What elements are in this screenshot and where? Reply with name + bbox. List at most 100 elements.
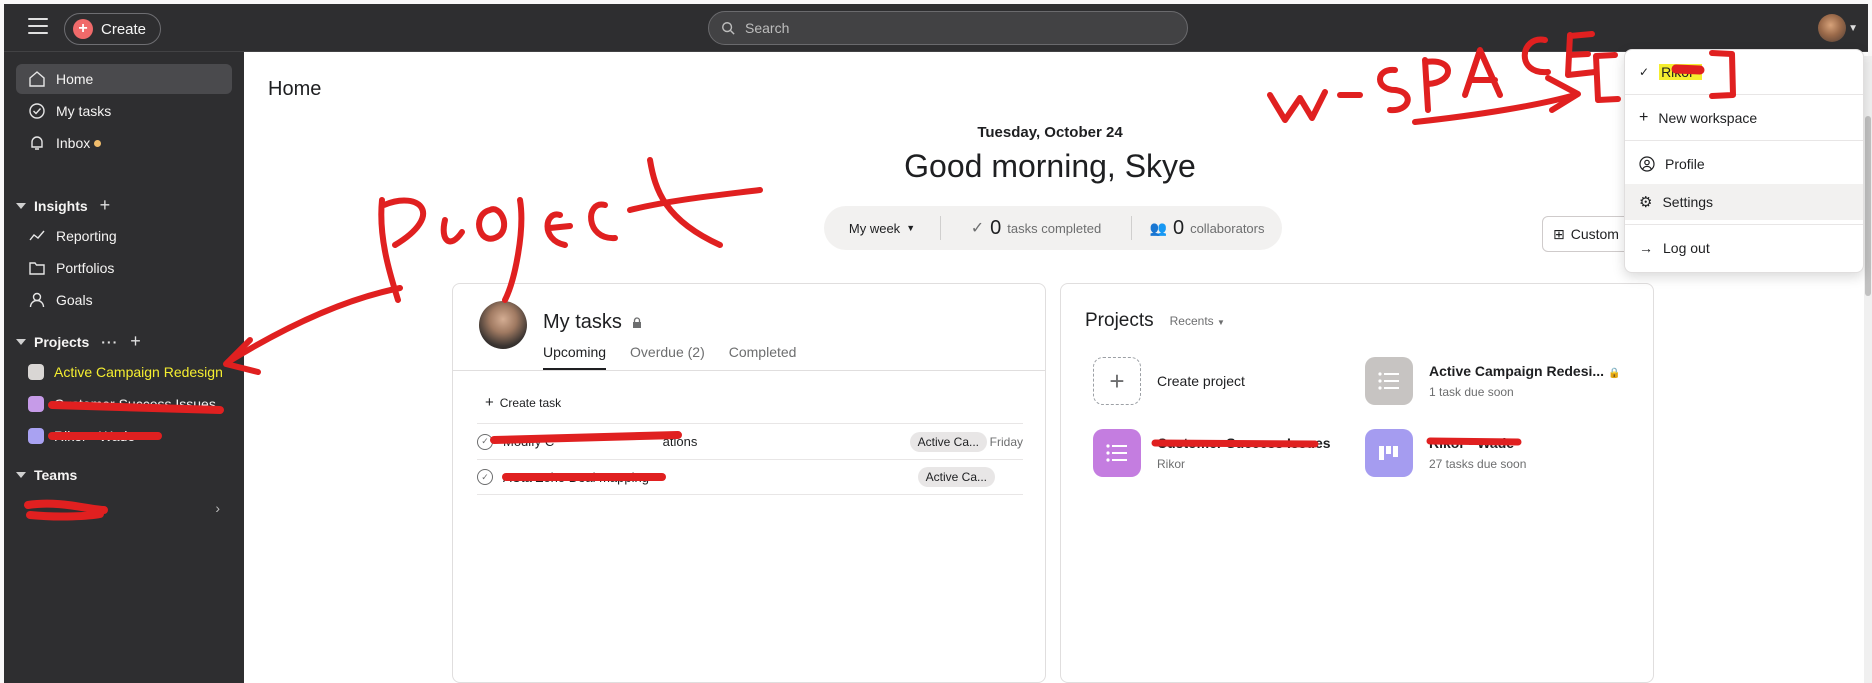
add-insight-icon[interactable]: + [100,195,111,216]
teams-label: Teams [34,467,78,483]
account-dropdown-menu: ✓ Rikor + New workspace Profile ⚙ Settin… [1624,49,1864,273]
project-item-customer-success[interactable]: Customer Success Issues Rikor [1093,429,1331,477]
customize-label: Custom [1570,226,1619,242]
create-project-button[interactable]: + Create project [1093,357,1245,405]
scrollbar[interactable] [1864,56,1872,683]
hamburger-menu-icon[interactable] [28,18,48,38]
tab-completed[interactable]: Completed [729,344,797,370]
sidebar-item-goals[interactable]: Goals [16,285,232,315]
sidebar-team-item[interactable]: › [16,493,232,523]
complete-checkbox-icon[interactable]: ✓ [477,469,493,485]
sidebar-item-home[interactable]: Home [16,64,232,94]
project-color-swatch [28,396,44,412]
search-input[interactable]: Search [708,11,1188,45]
sidebar-item-portfolios[interactable]: Portfolios [16,253,232,283]
week-selector[interactable]: My week ▼ [824,221,940,236]
complete-checkbox-icon[interactable]: ✓ [477,433,493,450]
caret-down-icon[interactable] [16,472,26,478]
add-project-icon[interactable]: + [130,331,141,352]
date-label: Tuesday, October 24 [977,124,1123,141]
sidebar-item-reporting[interactable]: Reporting [16,221,232,251]
more-options-icon[interactable]: ··· [101,334,118,350]
plus-icon: + [1639,109,1649,126]
create-label: Create [101,20,147,38]
logout-icon: → [1639,240,1653,256]
projects-section-header[interactable]: Projects ··· + [16,331,141,352]
divider [1625,94,1863,95]
sidebar-item-label: Goals [56,292,93,308]
chevron-right-icon[interactable]: › [215,500,220,516]
project-name: Customer Success Issues [1157,435,1331,451]
settings-item[interactable]: ⚙ Settings [1625,184,1863,220]
tab-upcoming[interactable]: Upcoming [543,344,607,370]
projects-label: Projects [34,333,90,350]
create-task-button[interactable]: + Create task [485,394,561,411]
new-workspace-item[interactable]: + New workspace [1625,100,1863,136]
projects-title-label: Projects [1085,310,1154,331]
check-icon: ✓ [1639,65,1650,79]
sidebar-item-inbox[interactable]: Inbox [16,128,232,158]
sidebar-item-label: Inbox [56,135,91,151]
project-name: Active Campaign Redesi... 🔒 [1429,363,1621,379]
search-icon [722,22,735,35]
divider [1625,140,1863,141]
collab-count: 0 [1172,216,1185,239]
user-circle-icon [1639,156,1655,172]
collaborators-stat: 👥 0 collaborators [1132,217,1282,240]
project-name: Rikor - Wade [1429,435,1515,451]
project-chip[interactable]: Active Ca... [909,431,987,452]
sidebar: Home My tasks Inbox Insights + Reporting… [4,52,244,683]
bell-icon [31,136,43,150]
due-date: Friday [989,434,1023,449]
user-avatar-button[interactable] [1818,14,1846,42]
create-button[interactable]: + Create [64,13,162,45]
project-item-rikor-wade[interactable]: Rikor - Wade 27 tasks due soon [1365,429,1526,477]
tasks-completed-stat: ✓ 0 tasks completed [941,217,1131,240]
recents-dropdown[interactable]: Recents ▼ [1170,314,1225,328]
project-subtitle: 27 tasks due soon [1429,457,1527,471]
list-icon [1365,357,1413,405]
greeting-heading: Good morning, Skye [904,148,1196,184]
sidebar-item-label: Reporting [56,228,117,244]
sidebar-project-customer-success[interactable]: Customer Success Issues [16,389,232,419]
task-name[interactable]: ACta Zoho Deal mapping [503,470,649,485]
tab-overdue[interactable]: Overdue (2) [630,344,705,370]
projects-card-title: Projects Recents ▼ [1085,310,1225,332]
list-icon [1093,429,1141,477]
collab-label: collaborators [1190,220,1265,236]
project-item-active-campaign[interactable]: Active Campaign Redesi... 🔒 1 task due s… [1365,357,1620,405]
task-row[interactable]: ✓ ACta Zoho Deal mapping Active Ca... [477,459,1023,495]
insights-section-header[interactable]: Insights + [16,195,110,216]
teams-section-header[interactable]: Teams [16,467,77,483]
notification-dot [94,139,102,147]
insights-label: Insights [34,197,88,214]
folder-icon [29,262,45,275]
project-color-swatch [28,428,44,444]
menu-item-label: Log out [1663,240,1710,256]
grid-icon: ⊞ [1553,225,1565,242]
chevron-down-icon[interactable]: ▼ [1848,23,1858,34]
gear-icon: ⚙ [1639,194,1653,211]
my-tasks-title[interactable]: My tasks [543,311,642,334]
people-icon: 👥 [1149,219,1167,236]
workspace-name: Rikor [1659,64,1702,80]
person-icon [29,292,45,308]
task-name[interactable]: Modify C ations [503,434,697,449]
lock-icon [632,316,641,328]
scroll-thumb[interactable] [1865,116,1871,296]
profile-item[interactable]: Profile [1625,146,1863,182]
workspace-item-rikor[interactable]: ✓ Rikor [1625,54,1863,90]
plus-icon: + [485,394,494,411]
sidebar-project-rikor-wade[interactable]: Rikor - Wade [16,421,232,451]
plus-icon: + [73,19,93,39]
task-row[interactable]: ✓ Modify C ations Active Ca... Friday [477,423,1023,459]
weekly-stats: My week ▼ ✓ 0 tasks completed 👥 0 collab… [824,206,1282,250]
chevron-down-icon: ▼ [1217,318,1225,327]
project-chip[interactable]: Active Ca... [917,467,995,487]
caret-down-icon[interactable] [16,338,26,345]
caret-down-icon[interactable] [16,202,26,209]
sidebar-item-my-tasks[interactable]: My tasks [16,96,232,126]
sidebar-project-active-campaign[interactable]: Active Campaign Redesign [16,357,232,387]
chevron-down-icon: ▼ [906,223,916,233]
logout-item[interactable]: → Log out [1625,230,1863,266]
